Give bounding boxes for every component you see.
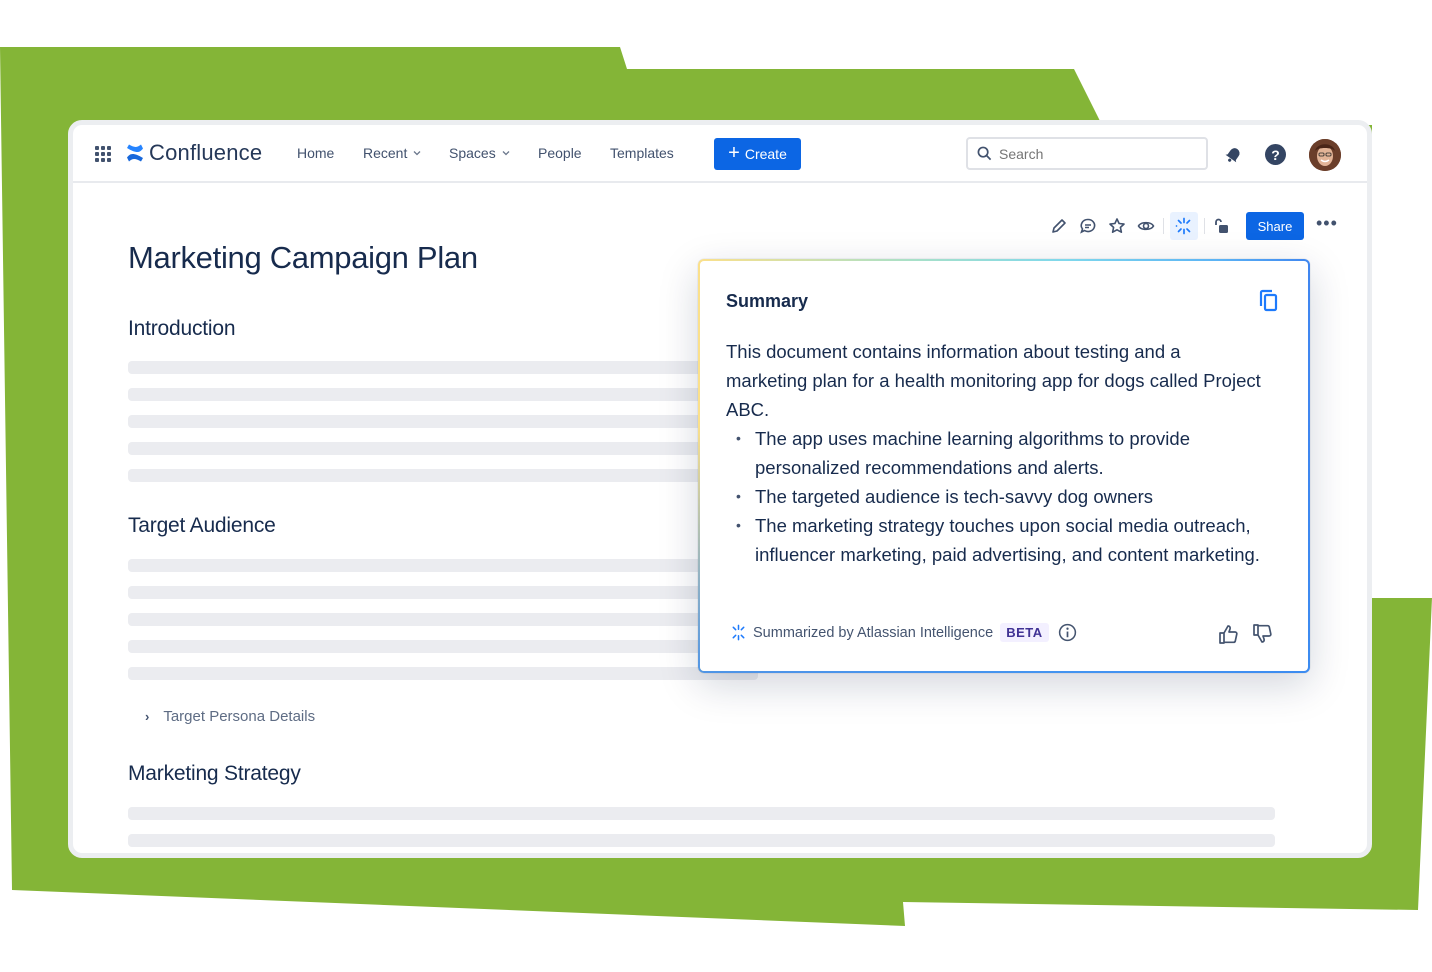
summary-footer: Summarized by Atlassian Intelligence BET…: [730, 623, 1077, 642]
summarized-by-label: Summarized by Atlassian Intelligence: [753, 624, 994, 641]
create-label: Create: [744, 146, 787, 162]
nav-spaces-label: Spaces: [449, 145, 496, 161]
summary-panel: Summary This document contains informati…: [700, 261, 1308, 671]
search-icon: [977, 146, 992, 161]
thumbs-up-icon[interactable]: [1218, 623, 1240, 645]
confluence-logo[interactable]: Confluence: [125, 140, 262, 166]
summary-bullet: The marketing strategy touches upon soci…: [736, 511, 1266, 569]
skeleton-line: [128, 361, 758, 374]
atlassian-intelligence-icon: [1175, 217, 1191, 235]
apps-grid-icon[interactable]: [95, 146, 111, 162]
nav-recent[interactable]: Recent: [363, 145, 421, 161]
skeleton-line: [128, 559, 758, 572]
atlassian-intelligence-icon: [732, 624, 745, 641]
toolbar-divider: [1163, 218, 1164, 234]
more-actions-icon[interactable]: •••: [1316, 214, 1338, 232]
chevron-down-icon: [413, 151, 421, 156]
summary-bullets: The app uses machine learning algorithms…: [736, 424, 1266, 569]
share-button[interactable]: Share: [1246, 212, 1304, 240]
user-photo: [1309, 139, 1341, 171]
beta-badge: BETA: [1000, 623, 1049, 642]
thumbs-down-icon[interactable]: [1252, 623, 1274, 645]
chevron-right-icon: ›: [145, 709, 150, 724]
create-button[interactable]: + Create: [714, 138, 801, 170]
nav-home-label: Home: [297, 145, 335, 161]
top-navigation: Confluence Home Recent Spaces People Tem…: [73, 125, 1367, 183]
summary-body: This document contains information about…: [726, 337, 1266, 569]
nav-spaces[interactable]: Spaces: [449, 145, 510, 161]
skeleton-line: [128, 442, 758, 455]
nav-people[interactable]: People: [538, 145, 582, 161]
expand-target-persona-details[interactable]: › Target Persona Details: [145, 708, 315, 725]
confluence-logo-icon: [127, 144, 143, 162]
toolbar-divider: [1204, 218, 1205, 234]
summary-bullet: The app uses machine learning algorithms…: [736, 424, 1266, 482]
skeleton-line: [128, 667, 758, 680]
notifications-icon[interactable]: [1224, 144, 1244, 164]
skeleton-line: [128, 469, 758, 482]
skeleton-line: [128, 586, 758, 599]
summary-title: Summary: [726, 291, 809, 311]
skeleton-line: [128, 640, 758, 653]
skeleton-line: [128, 388, 758, 401]
comment-icon[interactable]: [1078, 216, 1098, 236]
restrictions-lock-icon[interactable]: [1211, 216, 1231, 236]
chevron-down-icon: [502, 151, 510, 156]
watch-icon[interactable]: [1136, 216, 1156, 236]
nav-templates[interactable]: Templates: [610, 145, 674, 161]
skeleton-line: [128, 415, 758, 428]
skeleton-line: [128, 834, 1275, 847]
skeleton-line: [128, 613, 758, 626]
heading-marketing-strategy: Marketing Strategy: [128, 762, 301, 785]
nav-templates-label: Templates: [610, 145, 674, 161]
edit-icon[interactable]: [1049, 216, 1069, 236]
skeleton-line: [128, 807, 1275, 820]
atlassian-intelligence-button[interactable]: [1170, 212, 1198, 240]
page-toolbar: Share •••: [1049, 211, 1338, 241]
expand-label: Target Persona Details: [163, 708, 316, 725]
avatar[interactable]: [1309, 139, 1341, 171]
heading-target-audience: Target Audience: [128, 514, 276, 537]
search-box[interactable]: [966, 137, 1208, 170]
heading-introduction: Introduction: [128, 317, 236, 340]
summary-intro: This document contains information about…: [726, 341, 1261, 420]
nav-recent-label: Recent: [363, 145, 408, 161]
star-icon[interactable]: [1107, 216, 1127, 236]
copy-icon[interactable]: [1258, 289, 1280, 313]
summary-bullet: The targeted audience is tech-savvy dog …: [736, 482, 1266, 511]
nav-home[interactable]: Home: [297, 145, 334, 161]
help-icon[interactable]: ?: [1265, 144, 1286, 165]
app-name: Confluence: [149, 140, 263, 165]
search-input[interactable]: [999, 145, 1189, 162]
plus-icon: +: [728, 142, 740, 164]
summary-popup: Summary This document contains informati…: [698, 259, 1310, 673]
info-icon[interactable]: [1058, 623, 1077, 642]
page-title: Marketing Campaign Plan: [128, 240, 478, 275]
nav-people-label: People: [538, 145, 582, 161]
